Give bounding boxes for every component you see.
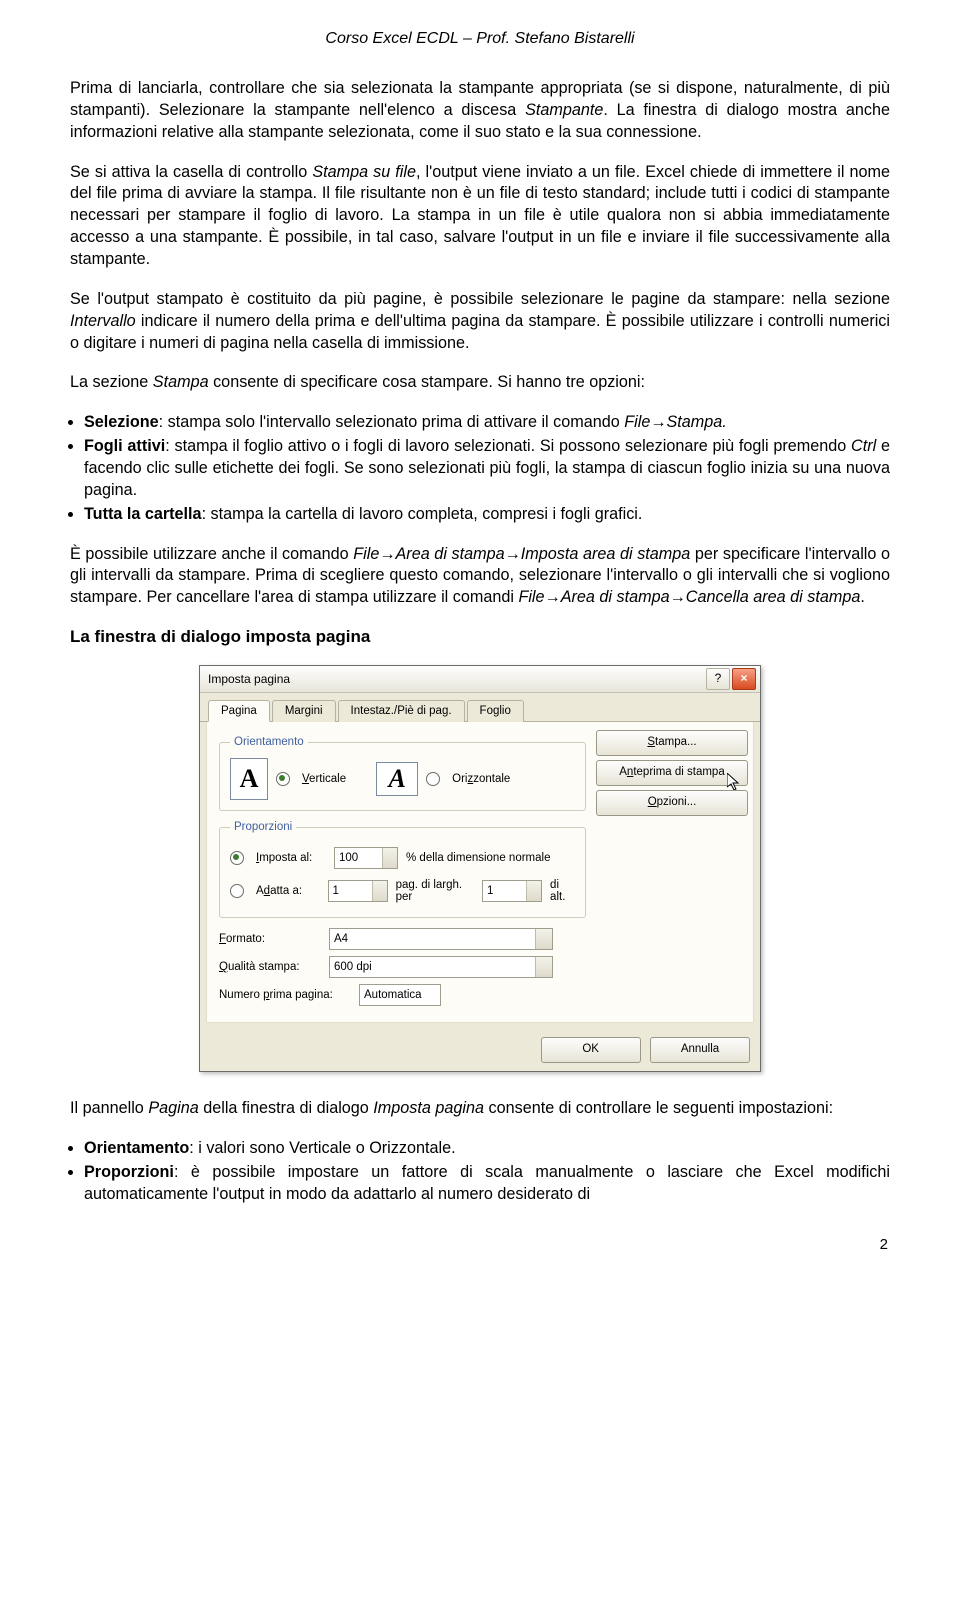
option-name: Fogli attivi xyxy=(84,437,165,455)
italic-term: Stampa su file xyxy=(312,163,416,181)
ok-button[interactable]: OK xyxy=(541,1037,641,1063)
paragraph-4: La sezione Stampa consente di specificar… xyxy=(70,372,890,394)
label-adatta-mid: pag. di largh. per xyxy=(396,879,474,903)
portrait-icon: A xyxy=(230,758,268,800)
imposta-spinner[interactable]: 100 xyxy=(334,847,398,869)
close-button[interactable]: × xyxy=(732,668,756,690)
italic-term: Imposta pagina xyxy=(373,1099,484,1117)
tab-foglio[interactable]: Foglio xyxy=(467,700,524,722)
label-imposta-suffix: % della dimensione normale xyxy=(406,852,550,864)
tab-margini[interactable]: Margini xyxy=(272,700,336,722)
text: La sezione xyxy=(70,373,153,391)
section-title: La finestra di dialogo imposta pagina xyxy=(70,627,890,647)
paragraph-3: Se l'output stampato è costituito da più… xyxy=(70,289,890,355)
dialog-button-bar: OK Annulla xyxy=(200,1029,760,1071)
text: consente di controllare le seguenti impo… xyxy=(484,1099,833,1117)
list-item: Orientamento: i valori sono Verticale o … xyxy=(84,1138,890,1160)
page-header: Corso Excel ECDL – Prof. Stefano Bistare… xyxy=(70,30,890,48)
page-number: 2 xyxy=(70,1236,890,1253)
annulla-button[interactable]: Annulla xyxy=(650,1037,750,1063)
dialog-tabs: Pagina Margini Intestaz./Piè di pag. Fog… xyxy=(200,693,760,722)
paragraph-6: Il pannello Pagina della finestra di dia… xyxy=(70,1098,890,1120)
setting-name: Orientamento xyxy=(84,1139,189,1157)
italic-term: File→Stampa. xyxy=(624,413,727,431)
list-item: Fogli attivi: stampa il foglio attivo o … xyxy=(84,436,890,502)
radio-adatta[interactable] xyxy=(230,884,244,898)
settings-list: Orientamento: i valori sono Verticale o … xyxy=(70,1138,890,1206)
adatta-height-spinner[interactable]: 1 xyxy=(482,880,542,902)
page-setup-dialog: Imposta pagina ? × Pagina Margini Intest… xyxy=(199,665,761,1072)
dialog-titlebar[interactable]: Imposta pagina ? × xyxy=(200,666,760,693)
italic-term: Ctrl xyxy=(851,437,876,455)
list-item: Selezione: stampa solo l'intervallo sele… xyxy=(84,412,890,434)
text: : i valori sono Verticale o Orizzontale. xyxy=(189,1139,455,1157)
text: consente di specificare cosa stampare. S… xyxy=(209,373,645,391)
italic-term: File→Area di stampa→Imposta area di stam… xyxy=(353,545,690,563)
text: Se si attiva la casella di controllo xyxy=(70,163,312,181)
label-numero-pagina: Numero prima pagina: xyxy=(219,989,349,1001)
label-adatta-suffix: di alt. xyxy=(550,879,575,903)
dialog-body: SStampa...tampa... Anteprima di stampa O… xyxy=(206,722,754,1023)
label-verticale: Verticale xyxy=(302,773,346,785)
label-orizzontale: Orizzontale xyxy=(452,773,510,785)
options-list: Selezione: stampa solo l'intervallo sele… xyxy=(70,412,890,525)
italic-term: Stampante xyxy=(525,101,603,119)
proporzioni-group: Proporzioni Imposta al: 100 % della dime… xyxy=(219,821,586,918)
help-button[interactable]: ? xyxy=(706,668,730,690)
label-imposta: Imposta al: xyxy=(256,852,326,864)
stampa-button[interactable]: SStampa...tampa... xyxy=(596,730,748,756)
dialog-title: Imposta pagina xyxy=(208,672,704,686)
paragraph-5: È possibile utilizzare anche il comando … xyxy=(70,544,890,610)
paragraph-2: Se si attiva la casella di controllo Sta… xyxy=(70,162,890,271)
opzioni-button[interactable]: Opzioni... xyxy=(596,790,748,816)
landscape-icon: A xyxy=(376,762,418,796)
list-item: Tutta la cartella: stampa la cartella di… xyxy=(84,504,890,526)
radio-verticale[interactable] xyxy=(276,772,290,786)
text: : è possibile impostare un fattore di sc… xyxy=(84,1163,890,1203)
italic-term: Pagina xyxy=(148,1099,198,1117)
italic-term: Stampa xyxy=(153,373,209,391)
radio-imposta[interactable] xyxy=(230,851,244,865)
text: : stampa solo l'intervallo selezionato p… xyxy=(159,413,625,431)
label-qualita: Qualità stampa: xyxy=(219,961,319,973)
text: indicare il numero della prima e dell'ul… xyxy=(70,312,890,352)
italic-term: Intervallo xyxy=(70,312,136,330)
italic-term: File→Area di stampa→Cancella area di sta… xyxy=(518,588,860,606)
text: Il pannello xyxy=(70,1099,148,1117)
anteprima-button[interactable]: Anteprima di stampa xyxy=(596,760,748,786)
text: : stampa il foglio attivo o i fogli di l… xyxy=(165,437,851,455)
option-name: Selezione xyxy=(84,413,159,431)
formato-combo[interactable]: A4 xyxy=(329,928,553,950)
list-item: Proporzioni: è possibile impostare un fa… xyxy=(84,1162,890,1206)
option-name: Tutta la cartella xyxy=(84,505,202,523)
text: della finestra di dialogo xyxy=(199,1099,374,1117)
qualita-combo[interactable]: 600 dpi xyxy=(329,956,553,978)
setting-name: Proporzioni xyxy=(84,1163,174,1181)
tab-intestazione[interactable]: Intestaz./Piè di pag. xyxy=(338,700,465,722)
paragraph-1: Prima di lanciarla, controllare che sia … xyxy=(70,78,890,144)
adatta-width-spinner[interactable]: 1 xyxy=(328,880,388,902)
group-label: Proporzioni xyxy=(230,821,296,833)
text: : stampa la cartella di lavoro completa,… xyxy=(202,505,643,523)
radio-orizzontale[interactable] xyxy=(426,772,440,786)
text: Se l'output stampato è costituito da più… xyxy=(70,290,890,308)
text: . xyxy=(860,588,865,606)
label-adatta: Adatta a: xyxy=(256,885,320,897)
text: È possibile utilizzare anche il comando xyxy=(70,545,353,563)
numero-pagina-input[interactable]: Automatica xyxy=(359,984,441,1006)
orientamento-group: Orientamento A Verticale A Orizzontale xyxy=(219,736,586,811)
label-formato: Formato: xyxy=(219,933,319,945)
tab-pagina[interactable]: Pagina xyxy=(208,700,270,722)
group-label: Orientamento xyxy=(230,736,308,748)
